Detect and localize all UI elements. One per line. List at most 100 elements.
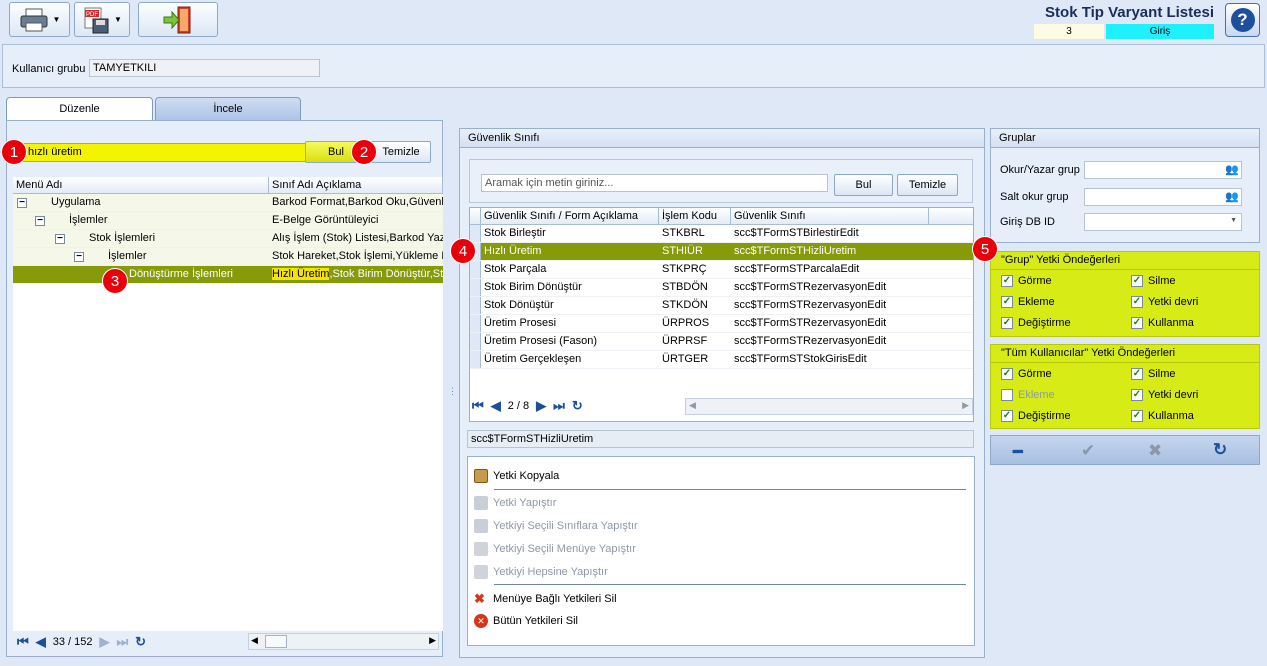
table-row[interactable]: Üretim Gerçekleşen ÜRTGER scc$TFormSTStokG… [470, 351, 973, 369]
checkbox-icon[interactable]: ✓ [1131, 368, 1143, 380]
table-row[interactable]: Stok Dönüştür STKDÖN scc$TFormSTRezervasyo… [470, 297, 973, 315]
paste-to-all-action[interactable]: Yetkiyi Hepsine Yapıştır [474, 565, 608, 579]
help-button[interactable]: ? [1225, 3, 1260, 37]
prev-record-icon[interactable]: ◀ [491, 398, 501, 414]
scroll-left-icon[interactable]: ◀ [689, 400, 696, 411]
collapse-icon[interactable]: − [35, 216, 45, 226]
pdf-export-button[interactable]: PDF ▼ [74, 2, 130, 37]
security-clear-button[interactable]: Temizle [897, 174, 958, 196]
next-record-icon[interactable]: ▶ [99, 634, 109, 650]
column-header[interactable]: Güvenlik Sınıfı / Form Açıklama [481, 208, 659, 224]
checkbox-icon[interactable]: ✓ [1001, 296, 1013, 308]
rw-group-input[interactable]: 👥 [1084, 161, 1242, 179]
first-record-icon[interactable]: ⏮ [472, 398, 484, 414]
collapse-icon[interactable]: − [74, 252, 84, 262]
table-row-selected[interactable]: Hızlı Üretim STHIÜR scc$TFormSTHizliUretim [470, 243, 973, 261]
paste-permission-action[interactable]: Yetki Yapıştır [474, 496, 556, 510]
last-record-icon[interactable]: ⏭ [116, 634, 128, 650]
exit-button[interactable] [138, 2, 218, 37]
menu-clear-button[interactable]: Temizle [371, 141, 431, 163]
scroll-left-icon[interactable]: ◀ [251, 635, 258, 646]
security-find-button[interactable]: Bul [834, 174, 893, 196]
checkbox-icon[interactable]: ✓ [1131, 275, 1143, 287]
tree-row[interactable]: − İşlemler Stok Hareket,Stok İşlemi,Yükle… [13, 248, 443, 266]
table-row[interactable]: Üretim Prosesi (Fason) ÜRPRSF scc$TFormSTR… [470, 333, 973, 351]
row-indicator[interactable] [470, 351, 481, 368]
db-id-select[interactable]: ▼ [1084, 213, 1242, 231]
tree-row[interactable]: − Stok İşlemleri Alış İşlem (Stok) Listes… [13, 230, 443, 248]
checkbox-icon[interactable]: ✓ [1001, 275, 1013, 287]
table-cell: ÜRTGER [662, 353, 709, 365]
collapse-icon[interactable]: − [17, 198, 27, 208]
refresh-icon[interactable]: ↻ [1213, 440, 1227, 460]
ro-group-input[interactable]: 👥 [1084, 188, 1242, 206]
users-icon[interactable]: 👥 [1225, 190, 1239, 203]
tree-row[interactable]: − Uygulama Barkod Format,Barkod Oku,Güven… [13, 194, 443, 212]
permission-checkbox[interactable]: ✓ Değiştirme [1001, 317, 1071, 329]
table-row[interactable]: Stok Parçala STKPRÇ scc$TFormSTParcalaEdit [470, 261, 973, 279]
tree-row[interactable]: − İşlemler E-Belge Görüntüleyici [13, 212, 443, 230]
first-record-icon[interactable]: ⏮ [17, 634, 29, 650]
permission-checkbox[interactable]: Ekleme [1001, 389, 1055, 401]
permission-checkbox[interactable]: ✓ Görme [1001, 275, 1052, 287]
users-icon[interactable]: 👥 [1225, 163, 1239, 176]
row-indicator[interactable] [470, 315, 481, 332]
menu-search-input[interactable]: hızlı üretim [21, 143, 306, 162]
column-header[interactable]: Sınıf Adı Açıklama [269, 177, 443, 193]
copy-permission-action[interactable]: Yetki Kopyala [474, 469, 559, 483]
permission-checkbox[interactable]: ✓ Görme [1001, 368, 1052, 380]
checkbox-icon[interactable] [1001, 389, 1013, 401]
collapse-icon[interactable]: − [55, 234, 65, 244]
permission-checkbox[interactable]: ✓ Silme [1131, 275, 1176, 287]
permission-checkbox[interactable]: ✓ Yetki devri [1131, 389, 1198, 401]
splitter-handle[interactable]: ⋮ [448, 386, 457, 397]
scroll-right-icon[interactable]: ▶ [962, 400, 969, 411]
row-indicator[interactable] [470, 279, 481, 296]
check-icon[interactable]: ✔ [1081, 441, 1095, 461]
next-record-icon[interactable]: ▶ [536, 398, 546, 414]
paste-to-classes-action[interactable]: Yetkiyi Seçili Sınıflara Yapıştır [474, 519, 638, 533]
row-indicator[interactable] [470, 333, 481, 350]
row-indicator[interactable] [470, 225, 481, 242]
print-button[interactable]: ▼ [9, 2, 70, 37]
table-row[interactable]: Stok Birim Dönüştür STBDÖN scc$TFormSTReze… [470, 279, 973, 297]
delete-menu-permissions-action[interactable]: ✖ Menüye Bağlı Yetkileri Sil [474, 591, 617, 607]
checkbox-icon[interactable]: ✓ [1001, 368, 1013, 380]
table-row[interactable]: Stok Birleştir STKBRL scc$TFormSTBirlestir… [470, 225, 973, 243]
checkbox-icon[interactable]: ✓ [1131, 389, 1143, 401]
table-row[interactable]: Üretim Prosesi ÜRPROS scc$TFormSTRezervasy… [470, 315, 973, 333]
checkbox-icon[interactable]: ✓ [1131, 317, 1143, 329]
tree-row-selected[interactable]: Dönüştürme İşlemleri Hızlı Üretim,Stok B… [13, 266, 443, 284]
permission-checkbox[interactable]: ✓ Yetki devri [1131, 296, 1198, 308]
checkbox-icon[interactable]: ✓ [1001, 317, 1013, 329]
last-record-icon[interactable]: ⏭ [553, 398, 565, 414]
cancel-icon[interactable]: ✖ [1148, 441, 1162, 461]
checkbox-icon[interactable]: ✓ [1131, 296, 1143, 308]
prev-record-icon[interactable]: ◀ [36, 634, 46, 650]
row-indicator[interactable] [470, 297, 481, 314]
checkbox-icon[interactable]: ✓ [1001, 410, 1013, 422]
permission-checkbox[interactable]: ✓ Ekleme [1001, 296, 1055, 308]
user-group-field[interactable]: TAMYETKILI [89, 59, 320, 77]
minus-icon[interactable]: ━ [1013, 442, 1023, 462]
permission-checkbox[interactable]: ✓ Değiştirme [1001, 410, 1071, 422]
checkbox-icon[interactable]: ✓ [1131, 410, 1143, 422]
refresh-icon[interactable]: ↻ [572, 398, 583, 414]
security-search-input[interactable]: Aramak için metin giriniz... [481, 174, 828, 192]
delete-all-permissions-action[interactable]: ✕ Bütün Yetkileri Sil [474, 614, 578, 628]
column-header[interactable]: İşlem Kodu [659, 208, 731, 224]
horizontal-scrollbar[interactable]: ◀ ▶ [685, 398, 973, 415]
row-indicator[interactable] [470, 261, 481, 278]
permission-checkbox[interactable]: ✓ Silme [1131, 368, 1176, 380]
scroll-thumb[interactable] [265, 635, 287, 648]
permission-checkbox[interactable]: ✓ Kullanma [1131, 410, 1194, 422]
scroll-right-icon[interactable]: ▶ [429, 635, 436, 646]
tab-incele[interactable]: İncele [155, 97, 301, 120]
tab-duzenle[interactable]: Düzenle [6, 97, 153, 122]
permission-checkbox[interactable]: ✓ Kullanma [1131, 317, 1194, 329]
column-header[interactable]: Menü Adı [13, 177, 269, 193]
horizontal-scrollbar[interactable]: ◀ ▶ [248, 633, 439, 650]
refresh-icon[interactable]: ↻ [135, 634, 146, 650]
paste-to-menu-action[interactable]: Yetkiyi Seçili Menüye Yapıştır [474, 542, 636, 556]
column-header[interactable]: Güvenlik Sınıfı [731, 208, 929, 224]
